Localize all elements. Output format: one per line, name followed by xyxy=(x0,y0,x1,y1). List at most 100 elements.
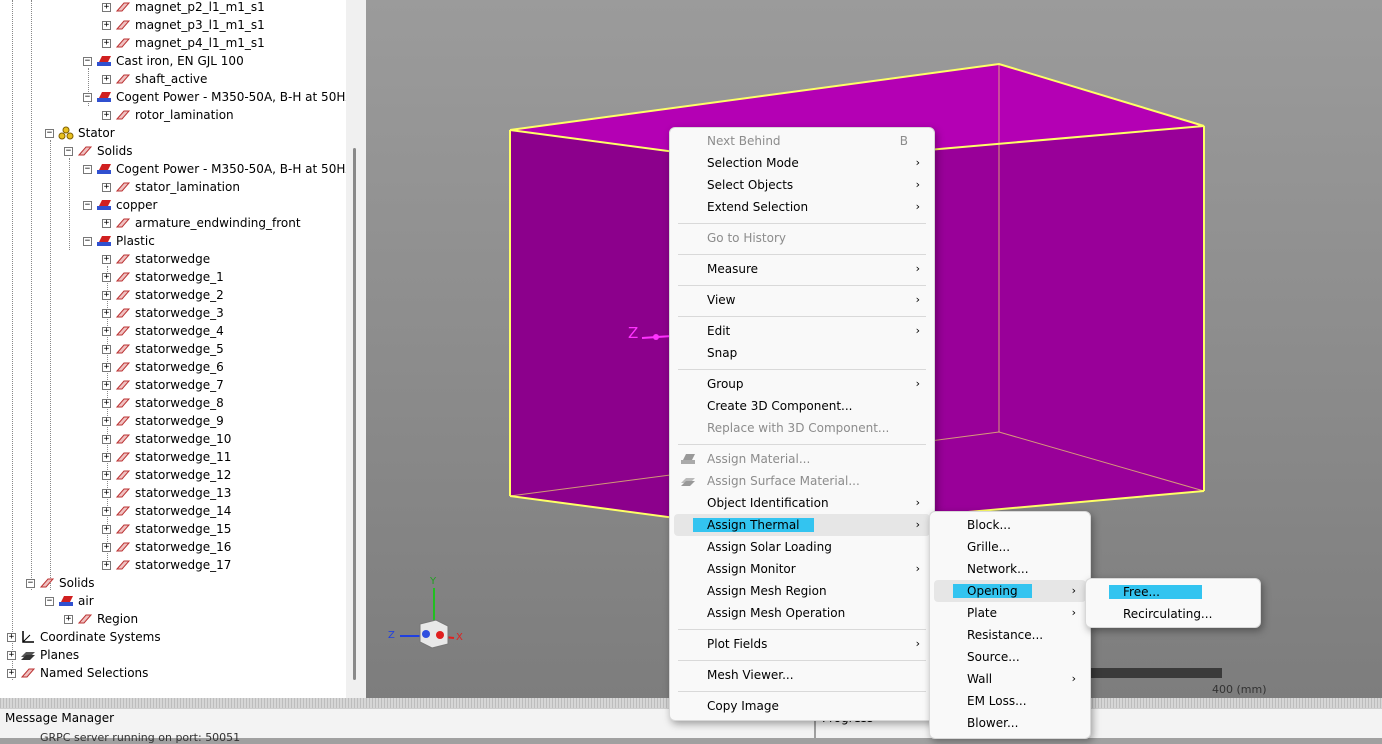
menu-free[interactable]: Free... xyxy=(1090,581,1256,603)
tree-item-cogent-stator[interactable]: − Cogent Power - M350-50A, B-H at 50Hz xyxy=(83,160,346,178)
tree-item-air[interactable]: − air xyxy=(45,592,94,610)
solid-object-icon xyxy=(115,542,131,552)
menu-label: Assign Material... xyxy=(707,452,811,466)
material-icon xyxy=(97,200,111,210)
menu-selection-mode[interactable]: Selection Mode › xyxy=(674,152,930,174)
tree-item-coordinate-systems[interactable]: + Coordinate Systems xyxy=(7,628,161,646)
menu-label: Copy Image xyxy=(707,699,779,713)
assign-thermal-submenu[interactable]: Block... Grille... Network... Opening › P… xyxy=(929,511,1091,739)
menu-separator xyxy=(678,254,926,255)
menu-source[interactable]: Source... xyxy=(934,646,1086,668)
tree-item-statorwedge[interactable]: + statorwedge_7 xyxy=(102,376,224,394)
tree-label: statorwedge xyxy=(135,252,211,266)
menu-snap[interactable]: Snap xyxy=(674,342,930,364)
menu-extend-selection[interactable]: Extend Selection › xyxy=(674,196,930,218)
tree-item-shaft-active[interactable]: + shaft_active xyxy=(102,70,207,88)
menu-copy-image[interactable]: Copy Image xyxy=(674,695,930,717)
menu-resistance[interactable]: Resistance... xyxy=(934,624,1086,646)
tree-item-magnet-p2[interactable]: + magnet_p2_l1_m1_s1 xyxy=(102,0,265,16)
menu-grille[interactable]: Grille... xyxy=(934,536,1086,558)
submenu-arrow-icon: › xyxy=(915,518,920,531)
tree-label: copper xyxy=(116,198,158,212)
menu-blower[interactable]: Blower... xyxy=(934,712,1086,734)
tree-item-statorwedge[interactable]: + statorwedge_16 xyxy=(102,538,231,556)
menu-assign-monitor[interactable]: Assign Monitor › xyxy=(674,558,930,580)
menu-wall[interactable]: Wall › xyxy=(934,668,1086,690)
tree-item-statorwedge[interactable]: + statorwedge_10 xyxy=(102,430,231,448)
tree-item-solids[interactable]: − Solids xyxy=(26,574,95,592)
scrollbar-thumb[interactable] xyxy=(353,148,356,680)
menu-measure[interactable]: Measure › xyxy=(674,258,930,280)
context-menu[interactable]: Next Behind B Selection Mode › Select Obje… xyxy=(669,127,935,721)
menu-object-identification[interactable]: Object Identification › xyxy=(674,492,930,514)
tree-label: Region xyxy=(97,612,139,626)
tree-label: magnet_p4_l1_m1_s1 xyxy=(135,36,265,50)
tree-item-named-selections[interactable]: + Named Selections xyxy=(7,664,148,682)
tree-item-statorwedge[interactable]: + statorwedge_9 xyxy=(102,412,224,430)
tree-item-statorwedge[interactable]: + statorwedge xyxy=(102,250,210,268)
submenu-arrow-icon: › xyxy=(915,324,920,337)
opening-submenu[interactable]: Free... Recirculating... xyxy=(1085,578,1261,628)
tree-item-statorwedge[interactable]: + statorwedge_8 xyxy=(102,394,224,412)
tree-item-statorwedge[interactable]: + statorwedge_13 xyxy=(102,484,231,502)
orientation-triad[interactable]: Y X Z xyxy=(384,576,464,652)
tree-item-cast-iron[interactable]: − Cast iron, EN GJL 100 xyxy=(83,52,244,70)
menu-label: Plot Fields xyxy=(707,637,768,651)
tree-item-statorwedge[interactable]: + statorwedge_12 xyxy=(102,466,231,484)
menu-label: Grille... xyxy=(967,540,1011,554)
tree-label: statorwedge_2 xyxy=(135,288,224,302)
tree-item-stator[interactable]: − Stator xyxy=(45,124,115,142)
tree-item-statorwedge[interactable]: + statorwedge_4 xyxy=(102,322,224,340)
tree-label: statorwedge_10 xyxy=(135,432,232,446)
tree-item-magnet-p3[interactable]: + magnet_p3_l1_m1_s1 xyxy=(102,16,265,34)
tree-item-rotor-lamination[interactable]: + rotor_lamination xyxy=(102,106,234,124)
menu-opening[interactable]: Opening › xyxy=(934,580,1086,602)
menu-assign-solar-loading[interactable]: Assign Solar Loading xyxy=(674,536,930,558)
tree-item-statorwedge[interactable]: + statorwedge_15 xyxy=(102,520,231,538)
project-tree[interactable]: + magnet_p2_l1_m1_s1 + magnet_p3_l1_m1_s… xyxy=(0,0,346,698)
menu-create-3d-component[interactable]: Create 3D Component... xyxy=(674,395,930,417)
tree-item-statorwedge[interactable]: + statorwedge_17 xyxy=(102,556,231,574)
menu-recirculating[interactable]: Recirculating... xyxy=(1090,603,1256,625)
menu-view[interactable]: View › xyxy=(674,289,930,311)
menu-assign-thermal[interactable]: Assign Thermal › xyxy=(674,514,930,536)
tree-item-plastic[interactable]: − Plastic xyxy=(83,232,155,250)
menu-network[interactable]: Network... xyxy=(934,558,1086,580)
menu-label: Free... xyxy=(1109,585,1202,599)
tree-item-region[interactable]: + Region xyxy=(64,610,138,628)
triad-z-label: Z xyxy=(388,630,395,641)
menu-plate[interactable]: Plate › xyxy=(934,602,1086,624)
menu-mesh-viewer[interactable]: Mesh Viewer... xyxy=(674,664,930,686)
tree-item-statorwedge[interactable]: + statorwedge_5 xyxy=(102,340,224,358)
tree-item-cogent-rotor[interactable]: − Cogent Power - M350-50A, B-H at 50Hz xyxy=(83,88,346,106)
tree-item-magnet-p4[interactable]: + magnet_p4_l1_m1_s1 xyxy=(102,34,265,52)
tree-label: statorwedge_16 xyxy=(135,540,232,554)
tree-item-stator-solids[interactable]: − Solids xyxy=(64,142,133,160)
solid-object-icon xyxy=(115,2,131,12)
tree-item-statorwedge[interactable]: + statorwedge_11 xyxy=(102,448,231,466)
solid-object-icon xyxy=(115,560,131,570)
menu-assign-mesh-region[interactable]: Assign Mesh Region xyxy=(674,580,930,602)
tree-item-planes[interactable]: + Planes xyxy=(7,646,79,664)
menu-em-loss[interactable]: EM Loss... xyxy=(934,690,1086,712)
menu-label: Assign Mesh Region xyxy=(707,584,827,598)
menu-block[interactable]: Block... xyxy=(934,514,1086,536)
submenu-arrow-icon: › xyxy=(915,200,920,213)
menu-select-objects[interactable]: Select Objects › xyxy=(674,174,930,196)
menu-separator xyxy=(678,285,926,286)
menu-group[interactable]: Group › xyxy=(674,373,930,395)
tree-item-statorwedge[interactable]: + statorwedge_2 xyxy=(102,286,224,304)
menu-plot-fields[interactable]: Plot Fields › xyxy=(674,633,930,655)
tree-item-statorwedge[interactable]: + statorwedge_1 xyxy=(102,268,224,286)
tree-item-statorwedge[interactable]: + statorwedge_3 xyxy=(102,304,224,322)
menu-edit[interactable]: Edit › xyxy=(674,320,930,342)
tree-item-armature[interactable]: + armature_endwinding_front xyxy=(102,214,301,232)
menu-assign-mesh-operation[interactable]: Assign Mesh Operation xyxy=(674,602,930,624)
tree-item-copper[interactable]: − copper xyxy=(83,196,158,214)
tree-item-statorwedge[interactable]: + statorwedge_6 xyxy=(102,358,224,376)
tree-item-stator-lamination[interactable]: + stator_lamination xyxy=(102,178,240,196)
tree-scrollbar[interactable] xyxy=(346,0,366,698)
tree-item-statorwedge[interactable]: + statorwedge_14 xyxy=(102,502,231,520)
solid-object-icon xyxy=(115,452,131,462)
tree-label: Cogent Power - M350-50A, B-H at 50Hz xyxy=(116,90,346,104)
